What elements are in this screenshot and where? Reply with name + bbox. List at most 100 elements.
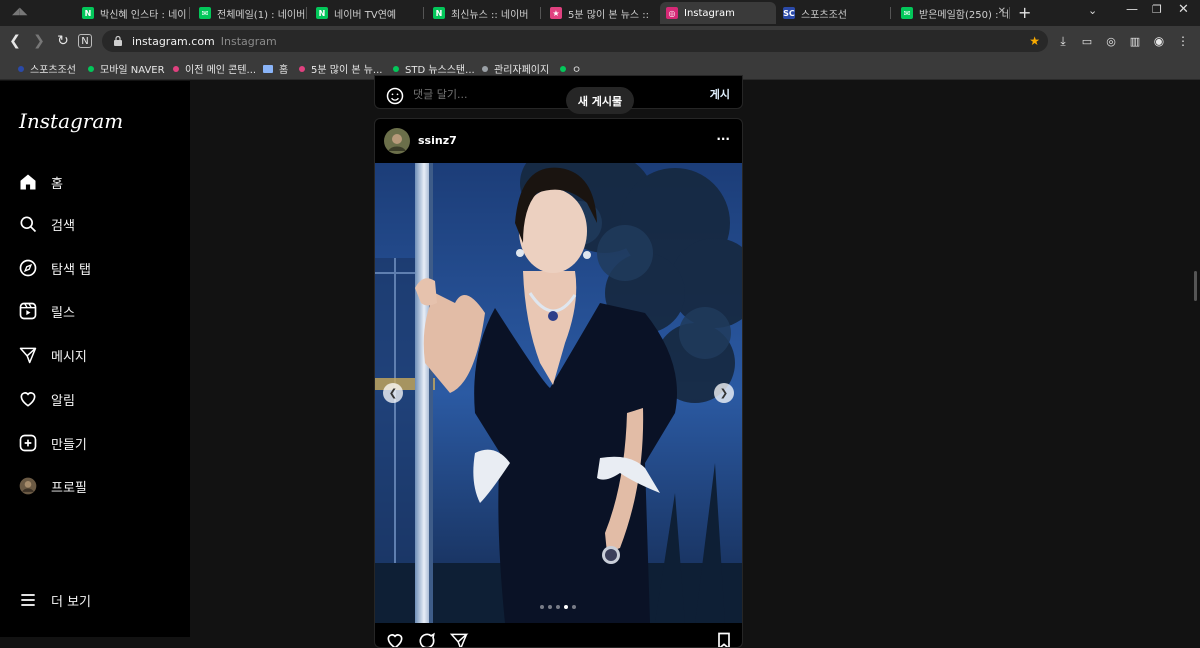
send-icon (19, 347, 37, 364)
sidebar: Instagram 홈 검색 탐색 탭 릴스 메시지 알림 만들기 프로필 더 … (0, 81, 190, 637)
tab-favicon-icon: SC (783, 7, 795, 19)
profile-icon[interactable]: ◢◣ (12, 6, 38, 20)
tab-separator (1009, 7, 1010, 19)
comment-input[interactable] (413, 85, 673, 103)
browser-tab-bar: ◢◣ N 박신혜 인스타 : 네이 ✉ 전체메일(1) : 네이버 N 네이버 TV연예 N… (0, 0, 1200, 26)
tab-separator (890, 7, 891, 19)
naver-extension-icon[interactable]: N (78, 34, 92, 48)
sidebar-item-label: 홈 (51, 176, 63, 192)
instagram-logo[interactable]: Instagram (19, 109, 123, 133)
tab-label: Instagram (684, 7, 735, 19)
tab-favicon-icon: ✉ (901, 7, 913, 19)
sidebar-item-messages[interactable]: 메시지 (18, 343, 87, 367)
carousel-dot (548, 605, 552, 609)
bookmark-item[interactable]: 이전 메인 콘텐... (173, 61, 256, 76)
browser-tab[interactable]: N 네이버 TV연예 (310, 2, 424, 24)
emoji-icon[interactable] (385, 86, 405, 106)
download-icon[interactable]: ⤓ (1054, 32, 1072, 50)
browser-tab[interactable]: ✉ 받은메일함(250) : 네 ✕ (895, 2, 1010, 24)
bookmark-item[interactable]: 스포츠조선 (18, 61, 76, 76)
browser-tab[interactable]: N 박신혜 인스타 : 네이 (76, 2, 190, 24)
sidebar-item-reels[interactable]: 릴스 (18, 299, 75, 323)
minimize-button[interactable]: — (1126, 2, 1138, 16)
sidebar-item-label: 탐색 탭 (51, 262, 92, 278)
post-comment-button[interactable]: 게시 (710, 86, 730, 102)
sidebar-item-search[interactable]: 검색 (18, 212, 75, 236)
screenshot-icon[interactable]: ◎ (1102, 32, 1120, 50)
sidebar-item-label: 알림 (51, 393, 75, 409)
like-icon[interactable] (385, 631, 405, 647)
tab-favicon-icon: ✉ (199, 7, 211, 19)
tab-label: 전체메일(1) : 네이버 (217, 9, 306, 21)
page-scrollbar[interactable] (1194, 271, 1197, 301)
tab-label: 받은메일함(250) : 네 (919, 9, 1010, 21)
new-tab-button[interactable]: + (1018, 3, 1031, 22)
bookmark-favicon-icon (560, 65, 566, 72)
sidebar-item-notifications[interactable]: 알림 (18, 387, 75, 411)
sidebar-item-profile[interactable]: 프로필 (18, 474, 87, 498)
menu-icon[interactable]: ⋮ (1174, 32, 1192, 50)
compass-icon (19, 259, 37, 277)
post-options-button[interactable]: ··· (716, 132, 730, 146)
sidebar-item-home[interactable]: 홈 (18, 170, 63, 194)
bookmark-label: ㅇ (572, 65, 582, 76)
bookmark-label: 모바일 NAVER (100, 65, 165, 76)
plus-square-icon (19, 434, 37, 452)
browser-tab[interactable]: ★ 5분 많이 본 뉴스 :: (544, 2, 658, 24)
reload-button[interactable]: ↻ (54, 32, 72, 50)
tab-label: 5분 많이 본 뉴스 :: (568, 9, 650, 21)
sidebar-item-create[interactable]: 만들기 (18, 431, 87, 455)
avatar (19, 477, 37, 495)
restore-button[interactable]: ❐ (1152, 3, 1162, 16)
bookmark-item[interactable]: STD 뉴스스탠... (393, 61, 475, 76)
close-window-button[interactable]: ✕ (1178, 2, 1189, 17)
reels-icon (19, 302, 37, 320)
heart-icon (20, 392, 36, 407)
post-header: ssinz7 ··· (375, 119, 742, 163)
browser-tab[interactable]: ◎ Instagram (660, 2, 776, 24)
post-username[interactable]: ssinz7 (418, 134, 457, 147)
url-title: Instagram (220, 34, 277, 48)
bookmark-item[interactable]: 관리자페이지 (482, 61, 549, 76)
carousel-dot (564, 605, 568, 609)
close-tab-icon[interactable]: ✕ (998, 6, 1006, 17)
post-image[interactable]: ❮ ❯ (375, 163, 742, 623)
address-bar[interactable]: instagram.com Instagram ★ (102, 30, 1048, 52)
browser-tab[interactable]: SC 스포츠조선 (777, 2, 891, 24)
forward-button[interactable]: ❯ (30, 32, 48, 50)
bookmark-favicon-icon (88, 65, 94, 72)
bookmark-star-icon[interactable]: ★ (1029, 34, 1040, 48)
browser-tab[interactable]: N 최신뉴스 :: 네이버 (427, 2, 541, 24)
tab-search-icon[interactable]: ⌄ (1088, 4, 1097, 17)
avatar[interactable] (384, 128, 410, 154)
carousel-prev-button[interactable]: ❮ (383, 383, 403, 403)
tab-favicon-icon: N (433, 7, 445, 19)
bookmark-item[interactable]: ㅇ (560, 61, 581, 76)
feed: 게시 ssinz7 ··· (190, 75, 1200, 648)
bookmark-item[interactable]: 홈 (263, 61, 288, 76)
site-info-icon[interactable] (112, 35, 124, 47)
bookmark-item[interactable]: 5분 많이 본 뉴... (299, 61, 382, 76)
browser-tab[interactable]: ✉ 전체메일(1) : 네이버 (193, 2, 307, 24)
carousel-dot (572, 605, 576, 609)
account-icon[interactable]: ◉ (1150, 32, 1168, 50)
back-button[interactable]: ❮ (6, 32, 24, 50)
bookmark-label: 5분 많이 본 뉴... (311, 65, 383, 76)
bookmark-favicon-icon (299, 65, 305, 72)
new-posts-toast[interactable]: 새 게시물 (566, 87, 634, 114)
sidebar-item-label: 메시지 (51, 349, 87, 365)
tab-separator (306, 7, 307, 19)
bookmark-item[interactable]: 모바일 NAVER (88, 61, 165, 76)
cast-icon[interactable]: ▭ (1078, 32, 1096, 50)
sidebar-more-button[interactable]: 더 보기 (18, 588, 91, 612)
save-icon[interactable] (714, 631, 734, 647)
carousel-dot (556, 605, 560, 609)
side-panel-icon[interactable]: ▥ (1126, 32, 1144, 50)
sidebar-item-explore[interactable]: 탐색 탭 (18, 256, 91, 280)
home-icon (20, 174, 36, 190)
share-icon[interactable] (449, 631, 469, 647)
tab-favicon-icon: ★ (550, 7, 562, 19)
search-icon (20, 216, 37, 233)
carousel-next-button[interactable]: ❯ (714, 383, 734, 403)
comment-icon[interactable] (417, 631, 437, 647)
